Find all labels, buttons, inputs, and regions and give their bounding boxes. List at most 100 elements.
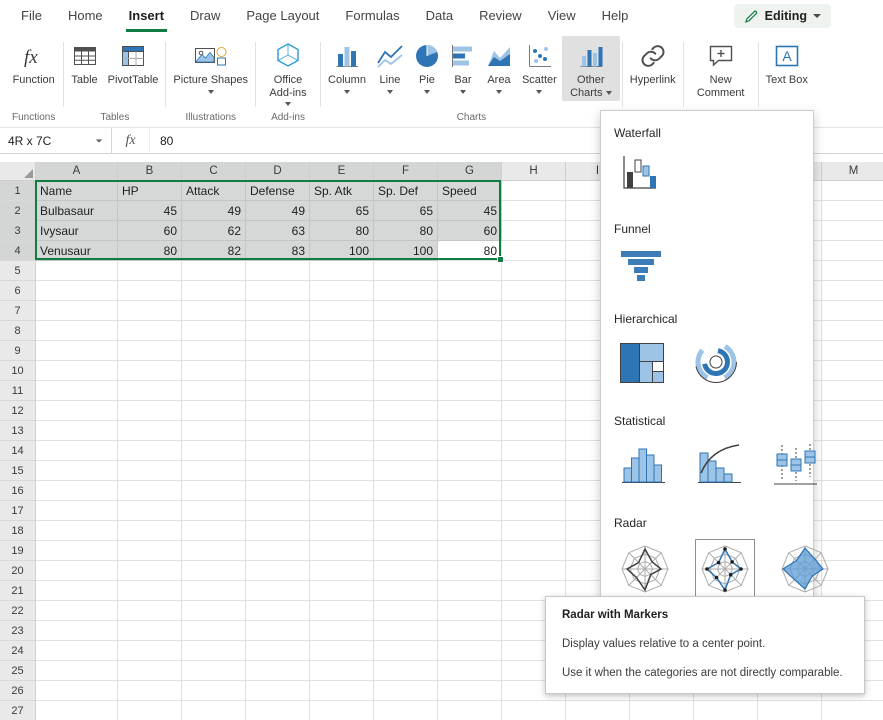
- cell-G27[interactable]: [438, 701, 502, 720]
- cell-B26[interactable]: [118, 681, 182, 701]
- column-header-E[interactable]: E: [310, 162, 374, 181]
- cell-E11[interactable]: [310, 381, 374, 401]
- cell-B21[interactable]: [118, 581, 182, 601]
- cell-H3[interactable]: [502, 221, 566, 241]
- cell-C5[interactable]: [182, 261, 246, 281]
- cell-F1[interactable]: Sp. Def: [374, 181, 438, 201]
- row-header-8[interactable]: 8: [0, 321, 36, 341]
- cell-H12[interactable]: [502, 401, 566, 421]
- cell-G18[interactable]: [438, 521, 502, 541]
- cell-G10[interactable]: [438, 361, 502, 381]
- cell-D7[interactable]: [246, 301, 310, 321]
- cell-B16[interactable]: [118, 481, 182, 501]
- cell-E10[interactable]: [310, 361, 374, 381]
- cell-G2[interactable]: 45: [438, 201, 502, 221]
- cell-H4[interactable]: [502, 241, 566, 261]
- cell-F27[interactable]: [374, 701, 438, 720]
- cell-C22[interactable]: [182, 601, 246, 621]
- cell-F12[interactable]: [374, 401, 438, 421]
- insert-function-button[interactable]: fx: [112, 128, 150, 153]
- cell-A11[interactable]: [36, 381, 118, 401]
- row-header-27[interactable]: 27: [0, 701, 36, 720]
- cell-C10[interactable]: [182, 361, 246, 381]
- cell-E16[interactable]: [310, 481, 374, 501]
- cell-E18[interactable]: [310, 521, 374, 541]
- cell-G6[interactable]: [438, 281, 502, 301]
- menu-tab-view[interactable]: View: [535, 0, 589, 32]
- cell-A4[interactable]: Venusaur: [36, 241, 118, 261]
- cell-A26[interactable]: [36, 681, 118, 701]
- cell-F5[interactable]: [374, 261, 438, 281]
- table-button[interactable]: Table: [66, 36, 102, 89]
- cell-G25[interactable]: [438, 661, 502, 681]
- row-header-9[interactable]: 9: [0, 341, 36, 361]
- row-header-19[interactable]: 19: [0, 541, 36, 561]
- cell-B24[interactable]: [118, 641, 182, 661]
- cell-F15[interactable]: [374, 461, 438, 481]
- box-and-whisker-chart-item[interactable]: [767, 437, 823, 491]
- cell-G19[interactable]: [438, 541, 502, 561]
- column-header-H[interactable]: H: [502, 162, 566, 181]
- cell-C25[interactable]: [182, 661, 246, 681]
- treemap-chart-item[interactable]: [615, 337, 669, 389]
- cell-E2[interactable]: 65: [310, 201, 374, 221]
- row-header-20[interactable]: 20: [0, 561, 36, 581]
- cell-B12[interactable]: [118, 401, 182, 421]
- cell-H14[interactable]: [502, 441, 566, 461]
- cell-B25[interactable]: [118, 661, 182, 681]
- select-all-corner[interactable]: [0, 162, 36, 181]
- cell-H16[interactable]: [502, 481, 566, 501]
- cell-D3[interactable]: 63: [246, 221, 310, 241]
- cell-M4[interactable]: [822, 241, 883, 261]
- column-chart-button[interactable]: Column: [323, 36, 371, 96]
- cell-C18[interactable]: [182, 521, 246, 541]
- cell-D2[interactable]: 49: [246, 201, 310, 221]
- cell-B18[interactable]: [118, 521, 182, 541]
- menu-tab-data[interactable]: Data: [413, 0, 466, 32]
- cell-E26[interactable]: [310, 681, 374, 701]
- cell-A10[interactable]: [36, 361, 118, 381]
- cell-F19[interactable]: [374, 541, 438, 561]
- cell-G20[interactable]: [438, 561, 502, 581]
- cell-F11[interactable]: [374, 381, 438, 401]
- cell-B10[interactable]: [118, 361, 182, 381]
- cell-C19[interactable]: [182, 541, 246, 561]
- cell-A22[interactable]: [36, 601, 118, 621]
- column-header-M[interactable]: M: [822, 162, 883, 181]
- cell-A2[interactable]: Bulbasaur: [36, 201, 118, 221]
- cell-A16[interactable]: [36, 481, 118, 501]
- cell-C9[interactable]: [182, 341, 246, 361]
- cell-F4[interactable]: 100: [374, 241, 438, 261]
- new-comment-button[interactable]: New Comment: [686, 36, 756, 101]
- cell-B5[interactable]: [118, 261, 182, 281]
- cell-G23[interactable]: [438, 621, 502, 641]
- cell-E8[interactable]: [310, 321, 374, 341]
- cell-D6[interactable]: [246, 281, 310, 301]
- cell-D12[interactable]: [246, 401, 310, 421]
- cell-C3[interactable]: 62: [182, 221, 246, 241]
- cell-F7[interactable]: [374, 301, 438, 321]
- cell-A12[interactable]: [36, 401, 118, 421]
- cell-A9[interactable]: [36, 341, 118, 361]
- cell-I27[interactable]: [566, 701, 630, 720]
- cell-A18[interactable]: [36, 521, 118, 541]
- menu-tab-formulas[interactable]: Formulas: [332, 0, 412, 32]
- radar-with-markers-chart-item[interactable]: [695, 539, 755, 599]
- row-header-3[interactable]: 3: [0, 221, 36, 241]
- cell-F17[interactable]: [374, 501, 438, 521]
- cell-C12[interactable]: [182, 401, 246, 421]
- cell-A23[interactable]: [36, 621, 118, 641]
- cell-D18[interactable]: [246, 521, 310, 541]
- cell-D11[interactable]: [246, 381, 310, 401]
- cell-C7[interactable]: [182, 301, 246, 321]
- cell-C27[interactable]: [182, 701, 246, 720]
- bar-chart-button[interactable]: Bar: [445, 36, 481, 96]
- cell-D23[interactable]: [246, 621, 310, 641]
- scatter-chart-button[interactable]: Scatter: [517, 36, 562, 96]
- cell-F9[interactable]: [374, 341, 438, 361]
- cell-F14[interactable]: [374, 441, 438, 461]
- row-header-7[interactable]: 7: [0, 301, 36, 321]
- cell-A17[interactable]: [36, 501, 118, 521]
- cell-A1[interactable]: Name: [36, 181, 118, 201]
- cell-B15[interactable]: [118, 461, 182, 481]
